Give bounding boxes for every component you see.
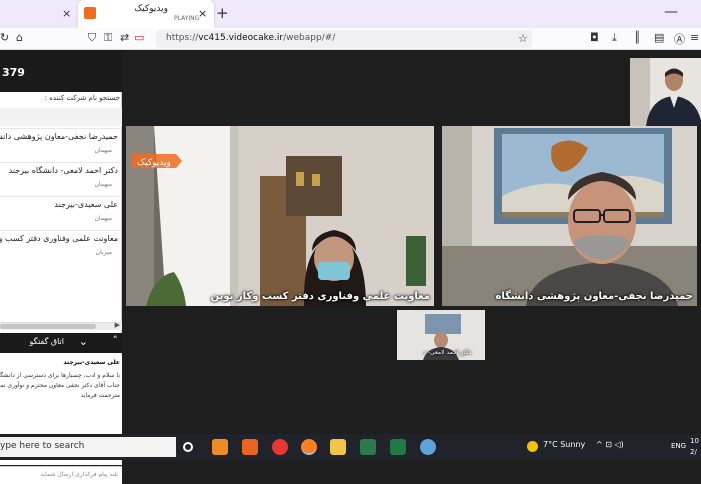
video-conference-area: ویدیوکیک معاونت علمی وفناوری دفتر کسب وک… bbox=[122, 50, 701, 434]
video-tile-host[interactable]: ویدیوکیک معاونت علمی وفناوری دفتر کسب وک… bbox=[126, 126, 434, 306]
firefox-icon[interactable] bbox=[301, 439, 317, 455]
participant-video-image bbox=[442, 126, 697, 306]
room-header: 379 bbox=[0, 50, 122, 92]
participant-item[interactable]: دکتر احمد لامعی- دانشگاه بیرجند میهمان bbox=[0, 162, 122, 196]
url-bar[interactable]: https://vc415.videocake.ir/webapp/#/ ☆ bbox=[156, 30, 532, 48]
taskbar-search-box[interactable]: ype here to search bbox=[0, 437, 176, 457]
participant-role: میهمان bbox=[94, 215, 113, 222]
chevron-up-icon[interactable]: ˄ bbox=[113, 334, 119, 347]
videocake-watermark: ویدیوکیک bbox=[137, 158, 171, 168]
participant-role: میزبان bbox=[95, 249, 112, 256]
participant-list-scrollbar[interactable]: ▶ bbox=[0, 321, 122, 330]
pocket-icon[interactable]: ◘ bbox=[590, 31, 599, 44]
excel-icon[interactable] bbox=[390, 439, 406, 455]
video-tile-thumbnail[interactable]: دکتر احمد لامعی- د bbox=[397, 310, 485, 360]
app-orange-icon[interactable] bbox=[242, 439, 258, 455]
participant-name: معاونت علمی وفناوری دفتر کسب وکار bbox=[0, 234, 118, 243]
chat-title: اتاق گفتگو bbox=[29, 337, 64, 346]
scrollbar-thumb[interactable] bbox=[0, 324, 96, 329]
participants-sidebar: 379 جستجو نام شرکت کننده : حمیدرضا نجفی-… bbox=[0, 50, 122, 484]
tab-previous[interactable]: × bbox=[0, 0, 78, 28]
shield-icon[interactable]: ⛉ bbox=[88, 31, 96, 45]
video-label-host: معاونت علمی وفناوری دفتر کسب وکار نوین bbox=[210, 291, 430, 302]
vlc-icon[interactable] bbox=[212, 439, 228, 455]
home-icon[interactable]: ⌂ bbox=[16, 31, 23, 44]
room-id: 379 bbox=[2, 66, 25, 79]
clock-time: 10 bbox=[690, 437, 699, 445]
url-text[interactable]: https://vc415.videocake.ir/webapp/#/ bbox=[166, 33, 335, 43]
taskbar-search-placeholder: ype here to search bbox=[0, 441, 85, 451]
permissions-icon[interactable]: ⇄ bbox=[120, 31, 129, 44]
video-label-participant: حمیدرضا نجفی-معاون پژوهشی دانشگاه bbox=[495, 291, 693, 302]
downloads-icon[interactable]: ⤓ bbox=[612, 31, 617, 45]
chat-message-author: علی سعیدی-بیرجند bbox=[63, 359, 120, 366]
close-tab-icon[interactable]: × bbox=[198, 7, 207, 20]
participant-name: دکتر احمد لامعی- دانشگاه بیرجند bbox=[8, 166, 118, 175]
tab-title: ویدیوکیک bbox=[134, 4, 168, 14]
menu-icon[interactable]: ≡ bbox=[690, 31, 699, 44]
clock[interactable]: 10 2/ bbox=[690, 436, 699, 458]
host-video-image: ویدیوکیک bbox=[126, 126, 434, 306]
participant-role: میهمان bbox=[94, 181, 113, 188]
chat-input[interactable]: بلند پیام فرکذاری ارسال شماید bbox=[0, 466, 122, 484]
app-green-icon[interactable] bbox=[360, 439, 376, 455]
lock-icon[interactable]: ⚿ bbox=[104, 31, 112, 45]
minimize-window-button[interactable]: — bbox=[664, 4, 678, 20]
weather-text[interactable]: 7°C Sunny bbox=[543, 440, 585, 449]
file-explorer-icon[interactable] bbox=[330, 439, 346, 455]
bookmark-star-icon[interactable]: ☆ bbox=[518, 32, 528, 45]
reload-icon[interactable]: ↻ bbox=[0, 31, 9, 44]
video-tile-participant[interactable]: حمیدرضا نجفی-معاون پژوهشی دانشگاه bbox=[442, 126, 697, 306]
browser-tab-strip: × ویدیوکیک PLAYING × + — bbox=[0, 0, 701, 28]
tab-videocake[interactable]: ویدیوکیک PLAYING × bbox=[78, 0, 214, 28]
chat-header[interactable]: اتاق گفتگو ⌄ ˄ bbox=[0, 333, 122, 353]
videocake-favicon-icon bbox=[84, 7, 96, 19]
language-indicator[interactable]: ENG bbox=[671, 442, 686, 450]
chat-input-placeholder: بلند پیام فرکذاری ارسال شماید bbox=[40, 471, 118, 478]
video-label-thumbnail: دکتر احمد لامعی- د bbox=[423, 349, 471, 356]
task-view-icon[interactable] bbox=[183, 442, 193, 452]
clock-date: 2/ bbox=[690, 448, 697, 456]
camera-icon[interactable]: ▭ bbox=[134, 31, 144, 44]
scroll-right-icon[interactable]: ▶ bbox=[115, 321, 120, 329]
library-icon[interactable]: ║ bbox=[634, 31, 641, 44]
participant-item[interactable]: حمیدرضا نجفی-معاون پژوهشی دانشگاه میهمان bbox=[0, 128, 122, 162]
chat-message-text: با سلام و ادب، چسبارها برای دسترسی از دا… bbox=[0, 372, 120, 399]
list-header bbox=[0, 108, 122, 126]
browser-toolbar: ↻ ⌂ ⛉ ⚿ ⇄ ▭ https://vc415.videocake.ir/w… bbox=[0, 28, 701, 50]
windows-taskbar: ype here to search 7°C Sunny ^ ⊡ ◁) ENG … bbox=[0, 434, 701, 460]
account-icon[interactable]: Ⓐ bbox=[674, 31, 685, 47]
tab-playing-label: PLAYING bbox=[174, 15, 200, 22]
new-tab-button[interactable]: + bbox=[216, 4, 229, 22]
participant-name: علی سعیدی-بیرجند bbox=[54, 200, 118, 209]
system-tray[interactable]: ^ ⊡ ◁) bbox=[596, 440, 624, 449]
participant-item[interactable]: معاونت علمی وفناوری دفتر کسب وکار میزبان bbox=[0, 230, 122, 264]
self-video-image bbox=[630, 58, 701, 126]
close-tab-icon[interactable]: × bbox=[62, 7, 71, 20]
weather-sun-icon bbox=[527, 441, 538, 452]
participant-role: میهمان bbox=[94, 147, 113, 154]
participant-search-label[interactable]: جستجو نام شرکت کننده : bbox=[0, 94, 122, 106]
chevron-down-icon[interactable]: ⌄ bbox=[79, 335, 88, 348]
participant-item[interactable]: علی سعیدی-بیرجند میهمان bbox=[0, 196, 122, 230]
app-blue-icon[interactable] bbox=[420, 439, 436, 455]
self-video-tile[interactable] bbox=[630, 58, 701, 126]
sidebar-toggle-icon[interactable]: ▤ bbox=[654, 31, 664, 44]
chrome-icon[interactable] bbox=[272, 439, 288, 455]
participant-name: حمیدرضا نجفی-معاون پژوهشی دانشگاه bbox=[0, 132, 118, 141]
